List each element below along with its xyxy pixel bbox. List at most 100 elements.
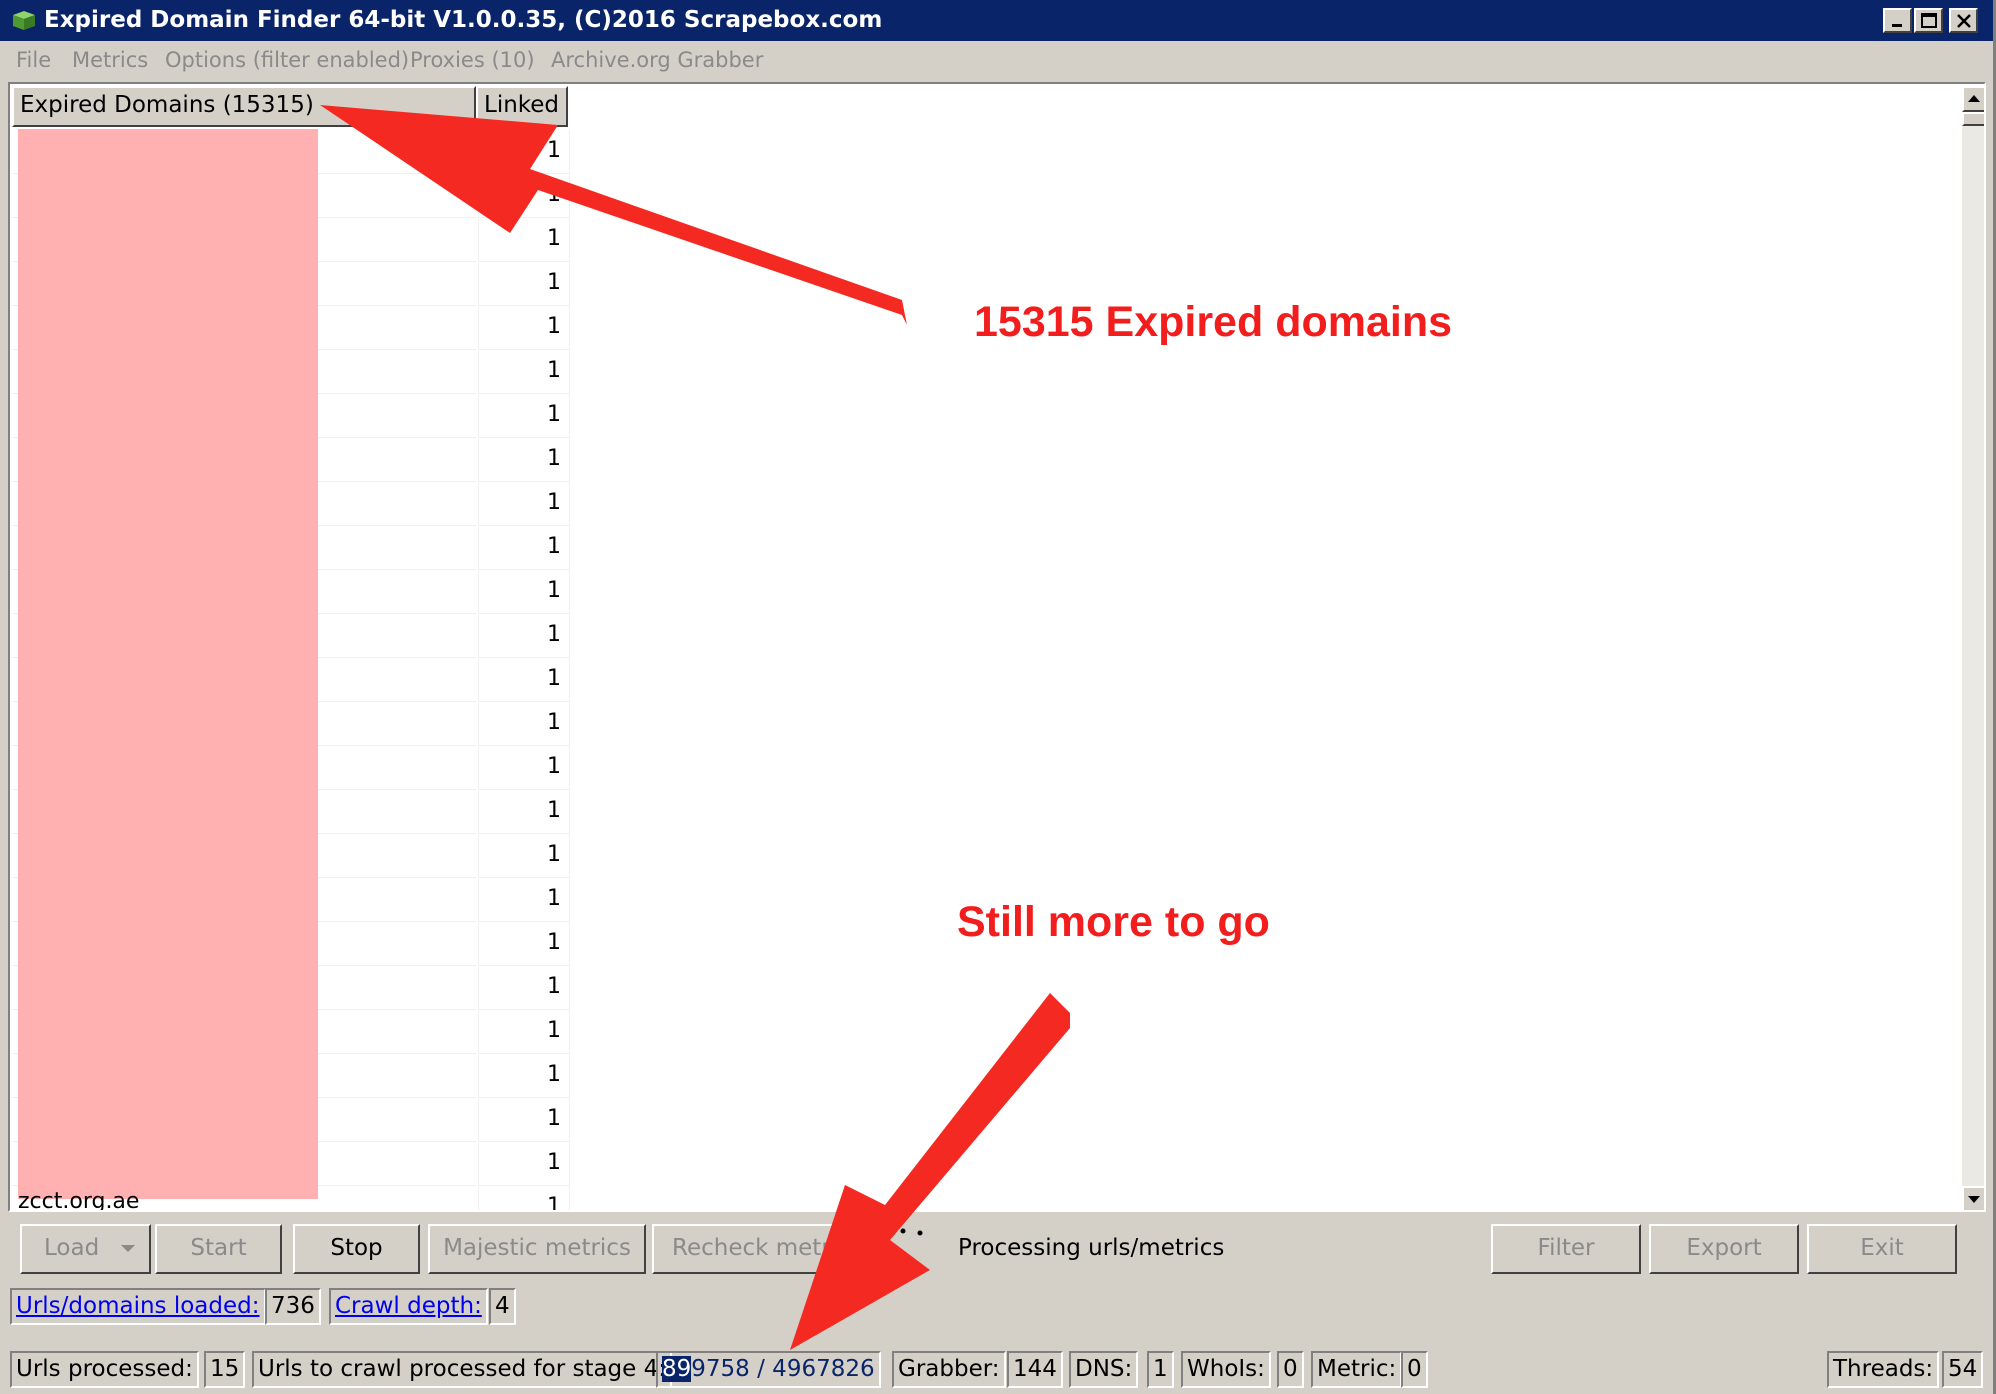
stop-button[interactable]: Stop xyxy=(293,1224,420,1274)
menu-options[interactable]: Options (filter enabled) xyxy=(165,48,409,72)
linked-count: 1 xyxy=(547,798,561,823)
close-button[interactable] xyxy=(1949,8,1978,33)
linked-cell[interactable]: 1 xyxy=(478,745,570,790)
window-title: Expired Domain Finder 64-bit V1.0.0.35, … xyxy=(44,7,883,33)
menu-archive-grabber[interactable]: Archive.org Grabber xyxy=(551,48,763,72)
load-button[interactable]: Load xyxy=(20,1224,151,1274)
linked-cell[interactable]: 1 xyxy=(478,129,570,174)
exit-button[interactable]: Exit xyxy=(1807,1224,1957,1274)
linked-count: 1 xyxy=(547,666,561,691)
recheck-metrics-button[interactable]: Recheck metrics xyxy=(652,1224,870,1274)
linked-cell[interactable]: 1 xyxy=(478,833,570,878)
metric-label: Metric: xyxy=(1311,1351,1403,1388)
dns-label: DNS: xyxy=(1069,1351,1139,1388)
scroll-thumb[interactable] xyxy=(1962,112,1984,126)
whois-label: WhoIs: xyxy=(1181,1351,1271,1388)
linked-cell[interactable]: 1 xyxy=(478,569,570,614)
annotation-bottom-text: Still more to go xyxy=(957,898,1270,946)
filter-button[interactable]: Filter xyxy=(1491,1224,1641,1274)
linked-cell[interactable]: 1 xyxy=(478,393,570,438)
linked-cell[interactable]: 1 xyxy=(478,217,570,262)
linked-count: 1 xyxy=(547,534,561,559)
annotation-top-text: 15315 Expired domains xyxy=(974,298,1452,346)
linked-count: 1 xyxy=(547,930,561,955)
expired-domains-list[interactable]: Expired Domains (15315) Linked 1 1 1 1 1 1 1 1 1… xyxy=(8,82,1986,1212)
linked-count: 1 xyxy=(547,1194,561,1212)
arrow-down-icon xyxy=(1968,1196,1980,1203)
linked-cell[interactable]: 1 xyxy=(478,1097,570,1142)
majestic-metrics-button[interactable]: Majestic metrics xyxy=(428,1224,646,1274)
menu-metrics[interactable]: Metrics xyxy=(72,48,148,72)
redacted-domain-names xyxy=(18,129,318,1199)
column-header-linked[interactable]: Linked xyxy=(476,86,568,127)
minimize-icon xyxy=(1892,24,1902,27)
linked-cell[interactable]: 1 xyxy=(478,1185,570,1212)
busy-indicator-icon xyxy=(900,1228,923,1236)
urls-processed-value: 15 xyxy=(204,1351,246,1388)
dropdown-arrow-icon xyxy=(121,1245,135,1252)
linked-count: 1 xyxy=(547,974,561,999)
linked-count: 1 xyxy=(547,1150,561,1175)
maximize-button[interactable] xyxy=(1914,8,1943,33)
linked-cell[interactable]: 1 xyxy=(478,1141,570,1186)
column-header-domains[interactable]: Expired Domains (15315) xyxy=(12,86,476,127)
scroll-down-button[interactable] xyxy=(1962,1186,1984,1210)
title-bar[interactable]: Expired Domain Finder 64-bit V1.0.0.35, … xyxy=(0,0,1993,41)
linked-count: 1 xyxy=(547,358,561,383)
start-button[interactable]: Start xyxy=(155,1224,282,1274)
linked-count: 1 xyxy=(547,1062,561,1087)
linked-cell[interactable]: 1 xyxy=(478,349,570,394)
linked-cell[interactable]: 1 xyxy=(478,613,570,658)
menu-file[interactable]: File xyxy=(16,48,51,72)
urls-loaded-link[interactable]: Urls/domains loaded: xyxy=(10,1288,266,1325)
urls-loaded-value: 736 xyxy=(265,1288,321,1325)
scroll-up-button[interactable] xyxy=(1962,86,1984,112)
app-box-icon xyxy=(13,11,35,30)
urls-processed-label: Urls processed: xyxy=(10,1351,199,1388)
processing-status: Processing urls/metrics xyxy=(958,1235,1225,1261)
stage-progress-selected: 89 xyxy=(662,1356,692,1382)
linked-cell[interactable]: 1 xyxy=(478,261,570,306)
linked-cell[interactable]: 1 xyxy=(478,789,570,834)
crawl-depth-value: 4 xyxy=(489,1288,516,1325)
linked-count: 1 xyxy=(547,1106,561,1131)
linked-cell[interactable]: 1 xyxy=(478,1009,570,1054)
linked-count: 1 xyxy=(547,226,561,251)
menu-bar: File Metrics Options (filter enabled) Pr… xyxy=(0,41,1993,79)
threads-value: 54 xyxy=(1942,1351,1984,1388)
menu-proxies[interactable]: Proxies (10) xyxy=(410,48,535,72)
linked-count: 1 xyxy=(547,402,561,427)
stage-progress-value: 899758 / 4967826 xyxy=(656,1351,881,1388)
linked-cell[interactable]: 1 xyxy=(478,921,570,966)
export-button[interactable]: Export xyxy=(1649,1224,1799,1274)
linked-cell[interactable]: 1 xyxy=(478,657,570,702)
linked-cell[interactable]: 1 xyxy=(478,965,570,1010)
linked-count: 1 xyxy=(547,138,561,163)
linked-cell[interactable]: 1 xyxy=(478,701,570,746)
grabber-value: 144 xyxy=(1007,1351,1063,1388)
minimize-button[interactable] xyxy=(1883,8,1912,33)
linked-cell[interactable]: 1 xyxy=(478,481,570,526)
linked-cell[interactable]: 1 xyxy=(478,305,570,350)
domain-cell[interactable]: zcct.org.ae xyxy=(18,1189,139,1210)
linked-count: 1 xyxy=(547,886,561,911)
stage-label: Urls to crawl processed for stage 4: xyxy=(252,1351,673,1388)
linked-cell[interactable]: 1 xyxy=(478,1053,570,1098)
crawl-depth-link[interactable]: Crawl depth: xyxy=(329,1288,488,1325)
linked-count: 1 xyxy=(547,622,561,647)
linked-cell[interactable]: 1 xyxy=(478,173,570,218)
linked-count: 1 xyxy=(547,710,561,735)
whois-value: 0 xyxy=(1277,1351,1304,1388)
vertical-scrollbar[interactable] xyxy=(1962,86,1984,1210)
threads-label: Threads: xyxy=(1827,1351,1940,1388)
stage-progress-rest: 9758 / 4967826 xyxy=(691,1356,875,1382)
linked-count: 1 xyxy=(547,754,561,779)
metric-value: 0 xyxy=(1401,1351,1428,1388)
app-window: Expired Domain Finder 64-bit V1.0.0.35, … xyxy=(0,0,1996,1394)
linked-count: 1 xyxy=(547,578,561,603)
linked-count: 1 xyxy=(547,446,561,471)
linked-cell[interactable]: 1 xyxy=(478,437,570,482)
grabber-label: Grabber: xyxy=(892,1351,1006,1388)
linked-cell[interactable]: 1 xyxy=(478,877,570,922)
linked-cell[interactable]: 1 xyxy=(478,525,570,570)
